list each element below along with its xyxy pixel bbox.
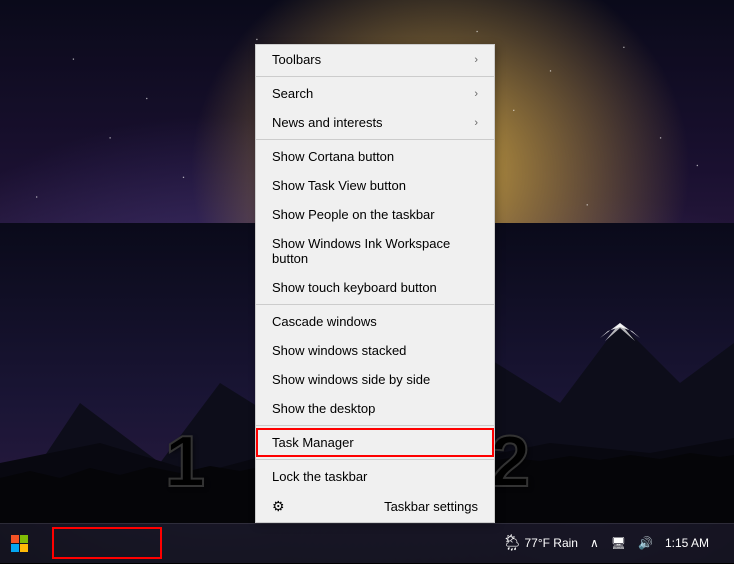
menu-item-ink-label: Show Windows Ink Workspace button (272, 236, 478, 266)
menu-item-ink[interactable]: Show Windows Ink Workspace button (256, 229, 494, 273)
volume-icon: 🔊 (638, 536, 653, 550)
taskbar: 🌦 77°F Rain ∧ 🖥 🔊 1:15 AM (0, 523, 734, 563)
windows-logo-icon (11, 535, 29, 553)
submenu-arrow-toolbars: › (474, 54, 478, 66)
separator-4 (256, 425, 494, 426)
menu-item-taskview[interactable]: Show Task View button (256, 171, 494, 200)
weather-text: 77°F Rain (524, 536, 578, 550)
menu-item-stacked[interactable]: Show windows stacked (256, 336, 494, 365)
menu-item-people-label: Show People on the taskbar (272, 207, 435, 222)
separator-1 (256, 76, 494, 77)
system-tray: 🌦 77°F Rain ∧ 🖥 🔊 1:15 AM (498, 523, 734, 563)
menu-item-settings[interactable]: ⚙ Taskbar settings (256, 491, 494, 522)
tray-network[interactable]: 🖥 (607, 536, 630, 550)
menu-item-lock[interactable]: Lock the taskbar (256, 462, 494, 491)
menu-item-showdesktop-label: Show the desktop (272, 401, 375, 416)
menu-item-settings-label: Taskbar settings (384, 499, 478, 514)
menu-item-touch[interactable]: Show touch keyboard button (256, 273, 494, 302)
menu-item-news-label: News and interests (272, 115, 383, 130)
menu-item-stacked-label: Show windows stacked (272, 343, 406, 358)
label-number-1: 1 (165, 421, 205, 503)
menu-item-cascade-label: Cascade windows (272, 314, 377, 329)
gear-icon: ⚙ (272, 498, 285, 515)
tray-volume[interactable]: 🔊 (634, 536, 657, 550)
menu-item-taskmanager[interactable]: Task Manager (256, 428, 494, 457)
tray-chevron[interactable]: ∧ (586, 536, 603, 550)
menu-item-cascade[interactable]: Cascade windows (256, 307, 494, 336)
separator-5 (256, 459, 494, 460)
separator-2 (256, 139, 494, 140)
menu-item-taskmanager-label: Task Manager (272, 435, 354, 450)
taskbar-search-highlight (52, 527, 162, 559)
menu-item-news[interactable]: News and interests › (256, 108, 494, 137)
menu-item-sidebyside[interactable]: Show windows side by side (256, 365, 494, 394)
separator-3 (256, 304, 494, 305)
time-display: 1:15 AM (665, 536, 709, 550)
menu-item-people[interactable]: Show People on the taskbar (256, 200, 494, 229)
menu-item-showdesktop[interactable]: Show the desktop (256, 394, 494, 423)
submenu-arrow-search: › (474, 88, 478, 100)
menu-item-toolbars-label: Toolbars (272, 52, 321, 67)
start-button[interactable] (0, 524, 40, 564)
menu-item-sidebyside-label: Show windows side by side (272, 372, 430, 387)
menu-item-toolbars[interactable]: Toolbars › (256, 45, 494, 74)
menu-item-cortana-label: Show Cortana button (272, 149, 394, 164)
menu-item-lock-label: Lock the taskbar (272, 469, 367, 484)
menu-item-search-label: Search (272, 86, 313, 101)
menu-item-taskview-label: Show Task View button (272, 178, 406, 193)
weather-widget[interactable]: 🌦 77°F Rain (498, 533, 582, 553)
context-menu: Toolbars › Search › News and interests ›… (255, 44, 495, 523)
submenu-arrow-news: › (474, 117, 478, 129)
label-number-2: 2 (490, 421, 530, 503)
weather-icon: 🌦 (502, 533, 522, 553)
chevron-up-icon: ∧ (590, 536, 599, 550)
menu-item-touch-label: Show touch keyboard button (272, 280, 437, 295)
menu-item-search[interactable]: Search › (256, 79, 494, 108)
network-icon: 🖥 (611, 536, 626, 550)
clock[interactable]: 1:15 AM (661, 536, 713, 550)
menu-item-cortana[interactable]: Show Cortana button (256, 142, 494, 171)
